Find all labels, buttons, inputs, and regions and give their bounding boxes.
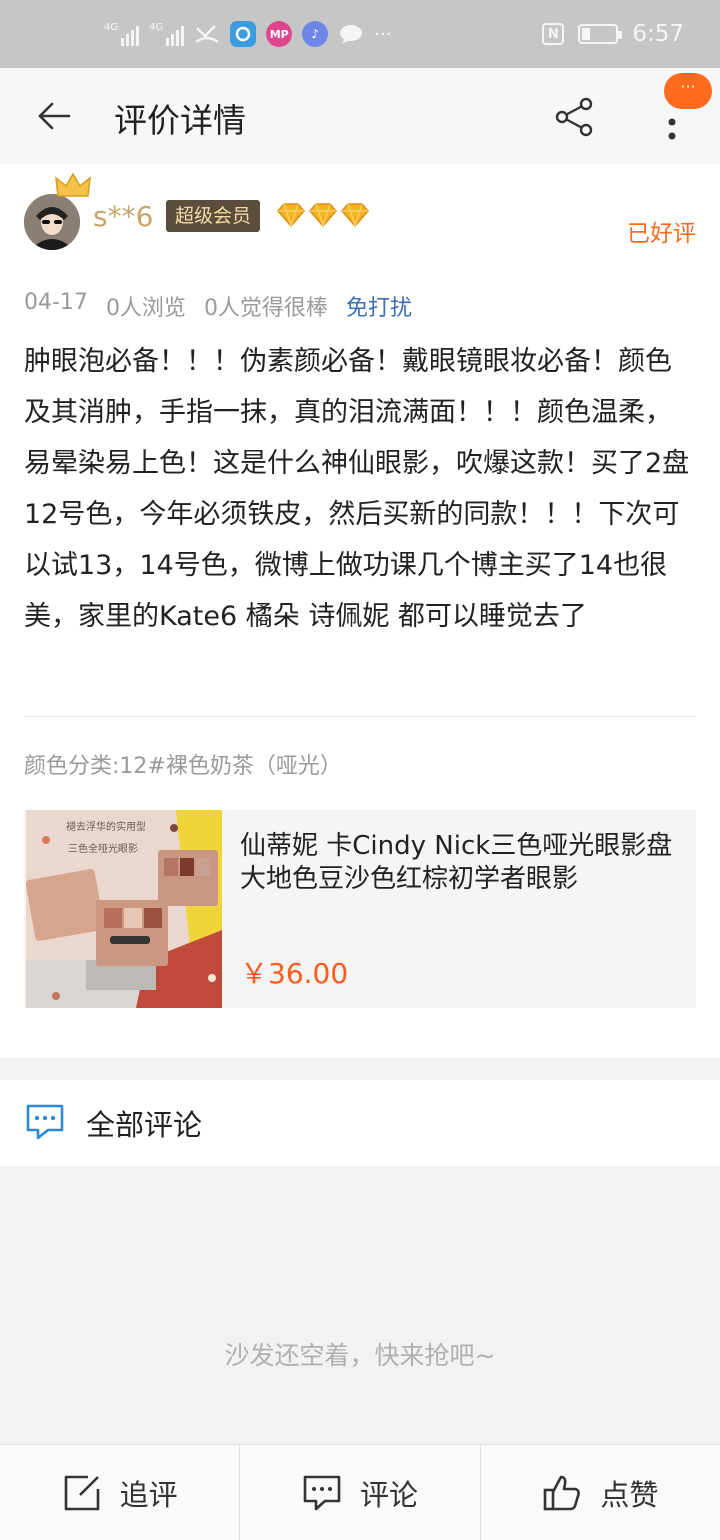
- app-notification-icon: [230, 21, 257, 47]
- member-badge: 超级会员: [166, 200, 261, 232]
- product-image-caption: 三色全哑光眼影: [68, 842, 138, 855]
- comment-bubble-icon: [26, 1104, 64, 1140]
- diamond-icon: [309, 203, 337, 228]
- mp-app-icon: MP: [266, 21, 293, 47]
- page: 4G 4G MP ♪ ··· N 6:57 评价详情 ··· s**6 超级会员…: [0, 0, 720, 1540]
- like-button[interactable]: 点赞: [481, 1445, 720, 1540]
- product-image[interactable]: 褪去浮华的实用型 三色全哑光眼影: [26, 810, 222, 1008]
- status-icons-right: N 6:57: [542, 21, 684, 47]
- notification-badge[interactable]: ···: [664, 73, 712, 109]
- comment-icon: [303, 1475, 341, 1510]
- divider: [24, 716, 696, 717]
- thumbs-up-icon: [544, 1475, 581, 1510]
- comments-header: 全部评论: [0, 1080, 720, 1166]
- edit-icon: [64, 1475, 99, 1510]
- product-name[interactable]: 仙蒂妮 卡Cindy Nick三色哑光眼影盘大地色豆沙色红棕初学者眼影: [240, 830, 690, 896]
- product-image-caption: 褪去浮华的实用型: [66, 820, 146, 833]
- sku-info: 颜色分类:12#裸色奶茶（哑光）: [24, 754, 342, 779]
- diamond-icon: [277, 203, 305, 228]
- network-label: 4G: [149, 22, 164, 33]
- like-label: 点赞: [600, 1477, 659, 1512]
- network-label: 4G: [104, 22, 119, 33]
- diamond-icon: [341, 203, 369, 228]
- nfc-icon: N: [542, 23, 565, 45]
- back-arrow-icon[interactable]: [36, 98, 72, 134]
- product-card[interactable]: 褪去浮华的实用型 三色全哑光眼影 仙蒂妮 卡Cindy Nick三色哑光眼影盘大…: [24, 810, 696, 1008]
- review-date: 04-17: [24, 290, 88, 315]
- app-header: 评价详情 ···: [0, 68, 720, 164]
- view-count: 0人浏览: [105, 296, 186, 321]
- product-price: ￥36.00: [240, 957, 349, 990]
- review-content: 肿眼泡必备！！！伪素颜必备！戴眼镜眼妆必备！颜色及其消肿，手指一抹，真的泪流满面…: [24, 346, 690, 632]
- clock: 6:57: [632, 21, 684, 47]
- missed-call-icon: [195, 25, 219, 43]
- music-icon: ♪: [302, 21, 329, 47]
- member-level-diamonds: [276, 202, 370, 228]
- rating-status: 已好评: [627, 221, 696, 247]
- page-title: 评价详情: [114, 101, 246, 140]
- status-bar: 4G 4G MP ♪ ··· N 6:57: [0, 0, 720, 68]
- like-count: 0人觉得很棒: [203, 296, 328, 321]
- share-icon[interactable]: [554, 96, 596, 138]
- message-icon: [340, 25, 363, 44]
- username[interactable]: s**6: [93, 200, 153, 233]
- follow-up-label: 追评: [119, 1477, 178, 1512]
- bottom-action-bar: 追评 评论 点赞: [0, 1444, 720, 1540]
- follow-up-review-button[interactable]: 追评: [0, 1445, 241, 1540]
- comment-button[interactable]: 评论: [240, 1445, 481, 1540]
- avatar[interactable]: [24, 194, 80, 250]
- comments-title: 全部评论: [86, 1108, 203, 1142]
- signal-icon: 4G: [149, 22, 185, 46]
- review-card: s**6 超级会员 已好评 04-17 0人浏览 0人觉得很棒 免打扰 肿眼泡必…: [0, 164, 720, 1058]
- status-icons-left: 4G 4G MP ♪ ···: [104, 21, 391, 47]
- empty-comments-text: 沙发还空着，快来抢吧~: [224, 1341, 496, 1370]
- do-not-disturb-link[interactable]: 免打扰: [346, 290, 412, 322]
- more-notifications-icon: ···: [374, 23, 392, 45]
- battery-icon: [578, 24, 623, 44]
- review-meta: 04-17 0人浏览 0人觉得很棒 免打扰: [24, 290, 412, 322]
- signal-icon: 4G: [104, 22, 140, 46]
- comment-label: 评论: [359, 1477, 418, 1512]
- crown-icon: [55, 172, 91, 197]
